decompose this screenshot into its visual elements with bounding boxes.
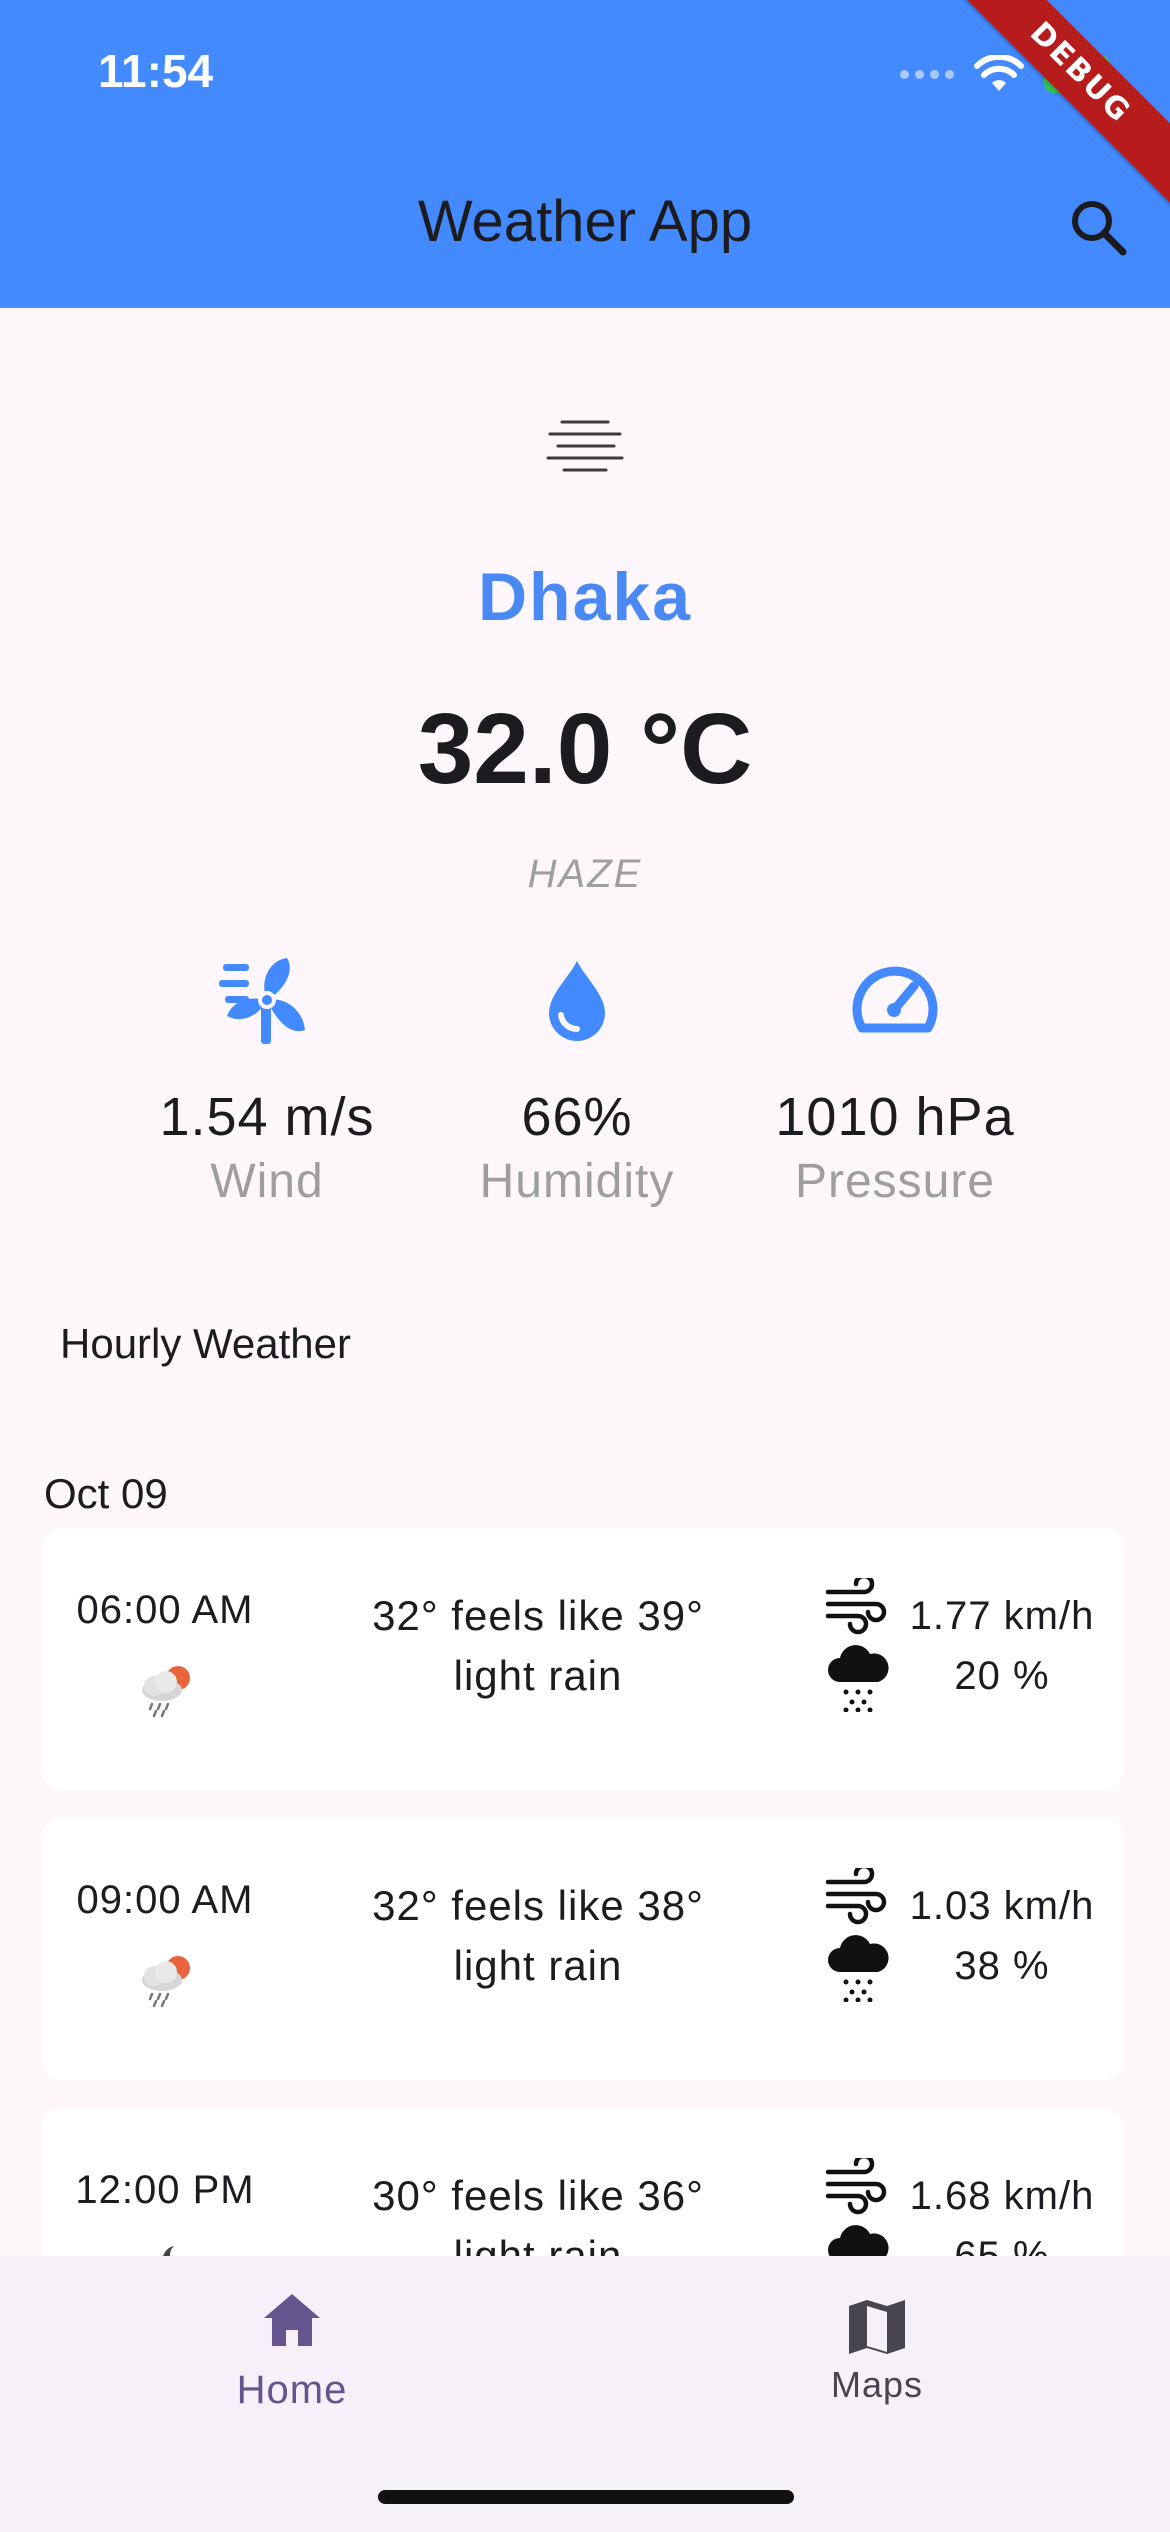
map-icon (849, 2300, 905, 2354)
wind-icon (825, 1578, 887, 1635)
hourly-date: Oct 09 (44, 1470, 168, 1517)
home-icon (264, 2294, 320, 2346)
rain-cloud-icon (828, 2225, 889, 2256)
hourly-time: 09:00 AM (76, 1878, 254, 1922)
search-button[interactable] (1063, 192, 1133, 262)
hourly-card[interactable]: 12:00 PM 30° feels like 36° light rain 1… (42, 2108, 1124, 2256)
wind-label: Wind (210, 1155, 324, 1208)
weather-condition: HAZE (527, 852, 643, 896)
hourly-description: light rain (453, 1652, 623, 1699)
pressure-value: 1010 hPa (775, 1087, 1015, 1147)
city-name: Dhaka (477, 559, 693, 635)
hourly-wind-speed: 1.68 km/h (909, 2174, 1095, 2218)
hourly-card[interactable]: 06:00 AM 32° feels like 39° light rain 1… (42, 1528, 1124, 1790)
hourly-stats: 1.03 km/h 38 % (902, 1876, 1102, 1996)
nav-label-home: Home (236, 2368, 348, 2412)
rain-cloud-icon (828, 1645, 889, 1712)
wind-stat: 1.54 m/s Wind (117, 952, 417, 1209)
page-title: Weather App (417, 189, 753, 254)
hourly-list[interactable]: 06:00 AM 32° feels like 39° light rain 1… (0, 1520, 1170, 2256)
rain-night-icon (163, 2246, 174, 2256)
home-indicator[interactable] (378, 2490, 794, 2504)
wind-value: 1.54 m/s (159, 1087, 375, 1147)
app-bar: 11:54 51 DEBUG Weather App (0, 0, 1170, 308)
hourly-summary: 32° feels like 39° light rain (288, 1586, 788, 1706)
hourly-summary: 32° feels like 38° light rain (288, 1876, 788, 1996)
humidity-label: Humidity (479, 1155, 675, 1208)
hourly-temp-feels: 30° feels like 36° (372, 2172, 704, 2219)
hourly-time: 06:00 AM (76, 1588, 254, 1632)
hourly-weather-title: Hourly Weather (60, 1320, 352, 1367)
hourly-time: 12:00 PM (75, 2168, 255, 2212)
hourly-card[interactable]: 09:00 AM 32° feels like 38° light rain 1… (42, 1818, 1124, 2080)
rain-day-icon (142, 1666, 190, 1718)
wind-icon (825, 2158, 887, 2215)
water-drop-icon (549, 961, 605, 1041)
wind-icon (825, 1868, 887, 1925)
rain-day-icon (142, 1956, 190, 2008)
hourly-stats: 1.77 km/h 20 % (902, 1586, 1102, 1706)
hourly-description: light rain (453, 2232, 623, 2256)
rain-cloud-icon (828, 1935, 889, 2002)
humidity-stat: 66% Humidity (427, 952, 727, 1209)
speedometer-icon (852, 966, 938, 1033)
hourly-rain-chance: 20 % (954, 1654, 1050, 1698)
hourly-temp-feels: 32° feels like 39° (372, 1592, 704, 1639)
nav-item-home[interactable]: Home (142, 2280, 442, 2413)
pressure-label: Pressure (794, 1155, 996, 1208)
cellular-signal-icon (900, 69, 954, 79)
status-time: 11:54 (98, 45, 214, 97)
search-icon (1072, 201, 1127, 256)
nav-item-maps[interactable]: Maps (727, 2280, 1027, 2406)
nav-label-maps: Maps (830, 2364, 924, 2405)
hourly-wind-speed: 1.03 km/h (909, 1884, 1095, 1928)
wifi-icon (974, 55, 1024, 91)
hourly-description: light rain (453, 1942, 623, 1989)
haze-icon (546, 420, 624, 472)
wind-fan-icon (219, 958, 305, 1044)
hourly-summary: 30° feels like 36° light rain (288, 2166, 788, 2256)
hourly-stats: 1.68 km/h 65 % (902, 2166, 1102, 2256)
humidity-value: 66% (521, 1087, 633, 1147)
pressure-stat: 1010 hPa Pressure (745, 952, 1045, 1209)
hourly-wind-speed: 1.77 km/h (909, 1594, 1095, 1638)
hourly-temp-feels: 32° feels like 38° (372, 1882, 704, 1929)
debug-banner: DEBUG (939, 0, 1170, 214)
hourly-rain-chance: 65 % (954, 2234, 1050, 2256)
current-temperature: 32.0 °C (417, 693, 753, 805)
hourly-rain-chance: 38 % (954, 1944, 1050, 1988)
